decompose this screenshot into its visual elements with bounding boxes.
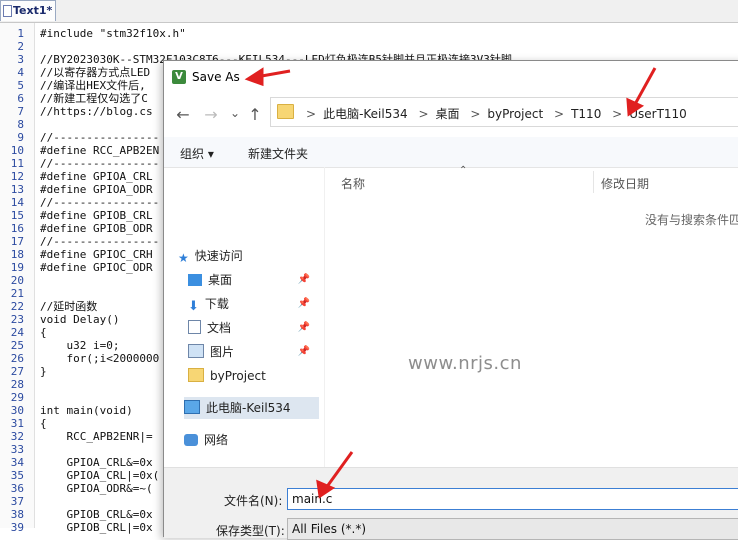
arrow-to-filename	[324, 451, 354, 489]
annotation-arrows	[244, 67, 657, 499]
arrow-head	[244, 67, 264, 87]
arrow-to-breadcrumb	[632, 67, 657, 107]
arrow-head	[626, 97, 645, 117]
